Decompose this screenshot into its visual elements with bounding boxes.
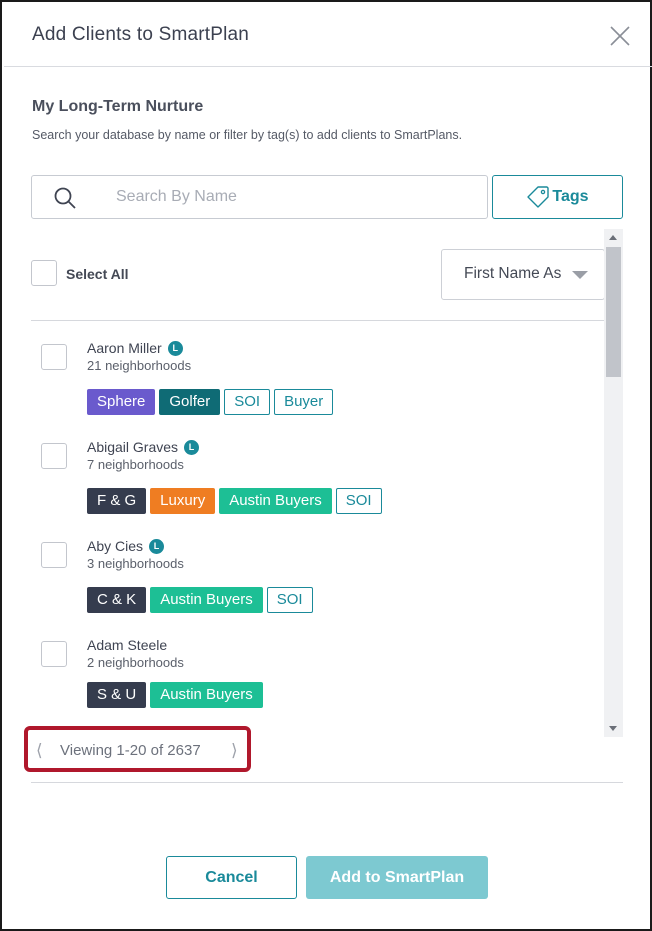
tag-chip: Austin Buyers — [150, 587, 263, 613]
chevron-left-icon[interactable]: ⟨ — [36, 741, 43, 761]
neighborhood-count: 21 neighborhoods — [87, 358, 192, 373]
client-name-text[interactable]: Aaron Miller — [87, 340, 162, 356]
pagination: ⟨ Viewing 1-20 of 2637 ⟩ — [24, 726, 251, 772]
close-icon[interactable] — [608, 24, 632, 48]
divider — [31, 320, 604, 321]
neighborhood-count: 7 neighborhoods — [87, 457, 184, 472]
client-checkbox[interactable] — [41, 641, 67, 667]
tag-chip: C & K — [87, 587, 147, 613]
dialog-header: Add Clients to SmartPlan — [4, 4, 652, 67]
client-name-text[interactable]: Adam Steele — [87, 637, 167, 653]
scroll-up-arrow-icon[interactable] — [609, 235, 617, 240]
search-icon — [54, 187, 76, 209]
lead-badge: L — [149, 538, 165, 554]
tag-chip: S & U — [87, 682, 147, 708]
plan-name-heading: My Long-Term Nurture — [32, 98, 204, 115]
tag-chip: SOI — [266, 587, 313, 613]
scrollbar[interactable] — [604, 229, 623, 737]
client-name[interactable]: Abigail Graves L — [87, 439, 200, 455]
scrollbar-thumb[interactable] — [606, 247, 621, 377]
pagination-text: Viewing 1-20 of 2637 — [60, 742, 201, 759]
client-checkbox[interactable] — [41, 542, 67, 568]
client-name-text[interactable]: Abigail Graves — [87, 439, 178, 455]
dialog: Add Clients to SmartPlan My Long-Term Nu… — [0, 0, 652, 931]
select-all-label: Select All — [66, 266, 129, 282]
dialog-title: Add Clients to SmartPlan — [32, 24, 250, 45]
cancel-button[interactable]: Cancel — [166, 856, 297, 899]
tags-button[interactable]: Tags — [492, 175, 623, 219]
chevron-down-icon — [572, 271, 588, 279]
tag-chip: Buyer — [274, 389, 334, 415]
tag-list: C & K Austin Buyers SOI — [87, 587, 313, 613]
client-name[interactable]: Aaron Miller L — [87, 340, 183, 356]
neighborhood-count: 3 neighborhoods — [87, 556, 184, 571]
client-name[interactable]: Adam Steele — [87, 637, 167, 653]
tag-chip: SOI — [224, 389, 271, 415]
lead-badge: L — [167, 340, 183, 356]
tag-list: Sphere Golfer SOI Buyer — [87, 389, 334, 415]
sort-dropdown[interactable]: First Name Ascending — [441, 249, 605, 300]
select-all-checkbox[interactable] — [31, 260, 57, 286]
tag-icon — [527, 186, 550, 208]
tag-chip: F & G — [87, 488, 147, 514]
tag-list: S & U Austin Buyers — [87, 682, 263, 708]
search-input[interactable] — [116, 186, 466, 208]
tag-chip: SOI — [335, 488, 382, 514]
tag-chip: Austin Buyers — [150, 682, 263, 708]
tags-button-label: Tags — [552, 188, 589, 205]
client-checkbox[interactable] — [41, 344, 67, 370]
client-checkbox[interactable] — [41, 443, 67, 469]
tag-chip: Sphere — [87, 389, 156, 415]
sort-value: First Name Ascending — [464, 265, 562, 282]
tag-chip: Luxury — [150, 488, 216, 514]
client-name[interactable]: Aby Cies L — [87, 538, 165, 554]
tag-list: F & G Luxury Austin Buyers SOI — [87, 488, 382, 514]
add-to-smartplan-button[interactable]: Add to SmartPlan — [306, 856, 488, 899]
client-list: Select All First Name Ascending Aaron Mi… — [31, 229, 623, 737]
neighborhood-count: 2 neighborhoods — [87, 655, 184, 670]
tag-chip: Austin Buyers — [219, 488, 332, 514]
scroll-down-arrow-icon[interactable] — [609, 726, 617, 731]
dialog-description: Search your database by name or filter b… — [32, 128, 463, 142]
lead-badge: L — [184, 439, 200, 455]
tag-chip: Golfer — [159, 389, 221, 415]
client-name-text[interactable]: Aby Cies — [87, 538, 143, 554]
divider — [31, 782, 623, 783]
chevron-right-icon[interactable]: ⟩ — [231, 741, 238, 761]
search-box — [31, 175, 488, 219]
